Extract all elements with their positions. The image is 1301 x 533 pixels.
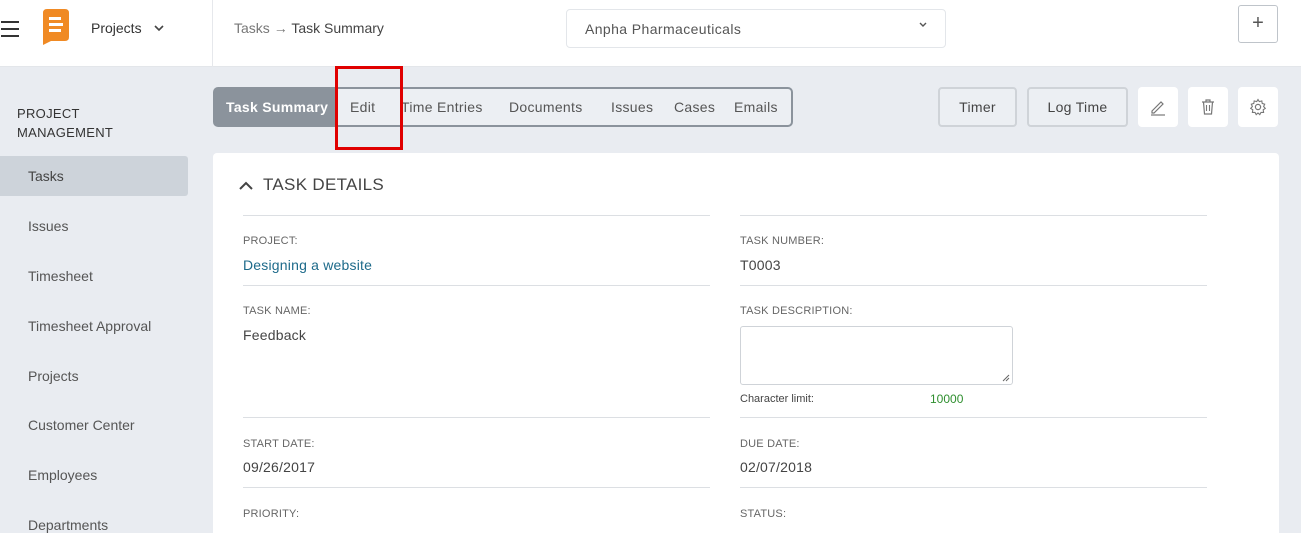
settings-button[interactable] xyxy=(1238,87,1278,127)
app-logo[interactable] xyxy=(39,9,69,45)
sidebar-item-issues[interactable]: Issues xyxy=(0,206,188,246)
chevron-down-icon xyxy=(919,22,927,27)
breadcrumb: Tasks → Task Summary xyxy=(234,20,384,36)
status-label: STATUS: xyxy=(740,508,787,520)
tab-bar: Task Summary Edit Time Entries Documents… xyxy=(213,87,793,127)
divider xyxy=(243,417,710,418)
edit-button[interactable] xyxy=(1138,87,1178,127)
brand-area: Projects xyxy=(0,0,213,67)
project-label: PROJECT: xyxy=(243,235,298,247)
timer-button[interactable]: Timer xyxy=(938,87,1017,127)
task-description-label: TASK DESCRIPTION: xyxy=(740,305,853,317)
start-date-value: 09/26/2017 xyxy=(243,459,316,475)
chevron-up-icon xyxy=(239,181,253,190)
company-label: Anpha Pharmaceuticals xyxy=(585,21,742,37)
breadcrumb-tasks-link[interactable]: Tasks xyxy=(234,20,270,36)
breadcrumb-current: Task Summary xyxy=(291,20,384,36)
priority-label: PRIORITY: xyxy=(243,508,300,520)
divider xyxy=(243,285,710,286)
module-dropdown[interactable]: Projects xyxy=(91,20,164,36)
tab-emails[interactable]: Emails xyxy=(734,89,778,125)
sidebar: PROJECT MANAGEMENT Tasks Issues Timeshee… xyxy=(0,68,213,533)
sidebar-title: PROJECT MANAGEMENT xyxy=(17,106,114,140)
divider xyxy=(243,487,710,488)
tab-cases[interactable]: Cases xyxy=(674,89,715,125)
top-bar: Projects Tasks → Task Summary Anpha Phar… xyxy=(0,0,1301,67)
tab-time-entries[interactable]: Time Entries xyxy=(401,89,483,125)
sidebar-item-timesheet-approval[interactable]: Timesheet Approval xyxy=(0,306,188,346)
sidebar-item-departments[interactable]: Departments xyxy=(0,505,188,533)
hamburger-icon[interactable] xyxy=(0,20,20,38)
task-number-value: T0003 xyxy=(740,257,781,273)
sidebar-item-projects[interactable]: Projects xyxy=(0,356,188,396)
tab-issues[interactable]: Issues xyxy=(611,89,653,125)
task-description-field[interactable] xyxy=(740,326,1013,385)
tab-task-summary[interactable]: Task Summary xyxy=(215,89,337,125)
divider xyxy=(740,285,1207,286)
divider xyxy=(740,417,1207,418)
due-date-label: DUE DATE: xyxy=(740,438,800,450)
log-time-button[interactable]: Log Time xyxy=(1027,87,1128,127)
task-number-label: TASK NUMBER: xyxy=(740,235,825,247)
divider xyxy=(740,487,1207,488)
trash-icon xyxy=(1202,99,1214,115)
highlight-box xyxy=(335,66,403,150)
company-dropdown[interactable]: Anpha Pharmaceuticals xyxy=(566,9,946,48)
module-label: Projects xyxy=(91,20,142,36)
pencil-icon xyxy=(1151,101,1165,116)
task-name-label: TASK NAME: xyxy=(243,305,311,317)
sidebar-item-customer-center[interactable]: Customer Center xyxy=(0,405,188,445)
sidebar-item-tasks[interactable]: Tasks xyxy=(0,156,188,196)
task-details-card: TASK DETAILS PROJECT: Designing a websit… xyxy=(213,153,1279,533)
delete-button[interactable] xyxy=(1188,87,1228,127)
gear-icon xyxy=(1249,98,1267,116)
character-limit-label: Character limit: xyxy=(740,393,814,405)
breadcrumb-arrow: → xyxy=(273,20,288,36)
task-name-value: Feedback xyxy=(243,327,307,343)
start-date-label: START DATE: xyxy=(243,438,315,450)
card-title: TASK DETAILS xyxy=(263,175,385,194)
resize-handle-icon[interactable] xyxy=(1002,374,1010,382)
character-limit-value: 10000 xyxy=(930,392,964,406)
tab-documents[interactable]: Documents xyxy=(509,89,583,125)
sidebar-item-employees[interactable]: Employees xyxy=(0,455,188,495)
chevron-down-icon xyxy=(154,24,164,31)
add-button[interactable]: + xyxy=(1238,5,1278,43)
sidebar-item-timesheet[interactable]: Timesheet xyxy=(0,256,188,296)
task-details-toggle[interactable]: TASK DETAILS xyxy=(239,175,384,195)
divider xyxy=(243,215,710,216)
due-date-value: 02/07/2018 xyxy=(740,459,813,475)
project-link[interactable]: Designing a website xyxy=(243,257,372,273)
divider xyxy=(740,215,1207,216)
